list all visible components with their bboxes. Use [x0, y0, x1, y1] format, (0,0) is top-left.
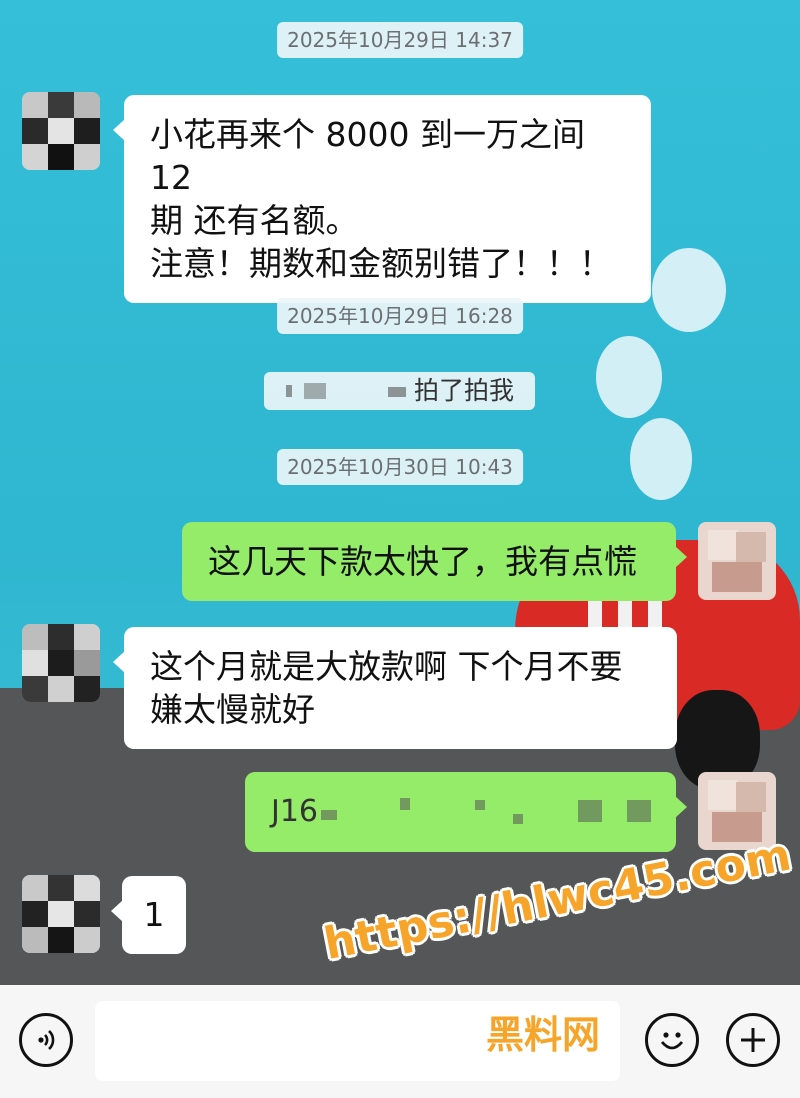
redacted-content — [321, 810, 337, 820]
plus-button[interactable] — [726, 1013, 780, 1067]
timestamp: 2025年10月29日 16:28 — [277, 298, 523, 334]
message-bubble-outgoing[interactable]: 这几天下款太快了，我有点慌 — [182, 522, 687, 601]
redacted-content — [627, 800, 651, 822]
redacted-content — [513, 814, 523, 824]
message-text: 这几天下款太快了，我有点慌 — [208, 542, 637, 581]
redacted-name — [278, 381, 408, 401]
message-text: 这个月就是大放款啊 下个月不要 嫌太慢就好 — [150, 647, 623, 729]
redacted-content — [400, 798, 410, 810]
pat-notice: 拍了拍我 — [264, 372, 535, 410]
emoji-button[interactable] — [645, 1013, 699, 1067]
voice-button[interactable] — [19, 1013, 73, 1067]
emoji-icon — [660, 1032, 684, 1050]
contact-avatar[interactable] — [22, 875, 100, 953]
voice-icon — [38, 1030, 55, 1050]
message-bubble-incoming[interactable]: 1 — [111, 876, 186, 954]
message-bubble-incoming[interactable]: 这个月就是大放款啊 下个月不要 嫌太慢就好 — [113, 627, 677, 749]
redacted-content — [475, 800, 485, 810]
message-text: 小花再来个 8000 到一万之间 12 期 还有名额。 注意！期数和金额别错了！… — [150, 115, 612, 283]
self-avatar[interactable] — [698, 522, 776, 600]
chat-input-bar — [0, 985, 800, 1098]
message-bubble-incoming[interactable]: 小花再来个 8000 到一万之间 12 期 还有名额。 注意！期数和金额别错了！… — [113, 95, 651, 303]
watermark-label: 黑料网 — [486, 1013, 601, 1057]
redacted-content — [578, 800, 602, 822]
pat-notice-text: 拍了拍我 — [414, 376, 515, 405]
timestamp: 2025年10月29日 14:37 — [277, 22, 523, 58]
message-text: 1 — [143, 895, 165, 934]
contact-avatar[interactable] — [22, 624, 100, 702]
timestamp: 2025年10月30日 10:43 — [277, 449, 523, 485]
contact-avatar[interactable] — [22, 92, 100, 170]
plus-icon — [741, 1028, 765, 1052]
message-bubble-outgoing[interactable]: J16 — [245, 772, 687, 852]
